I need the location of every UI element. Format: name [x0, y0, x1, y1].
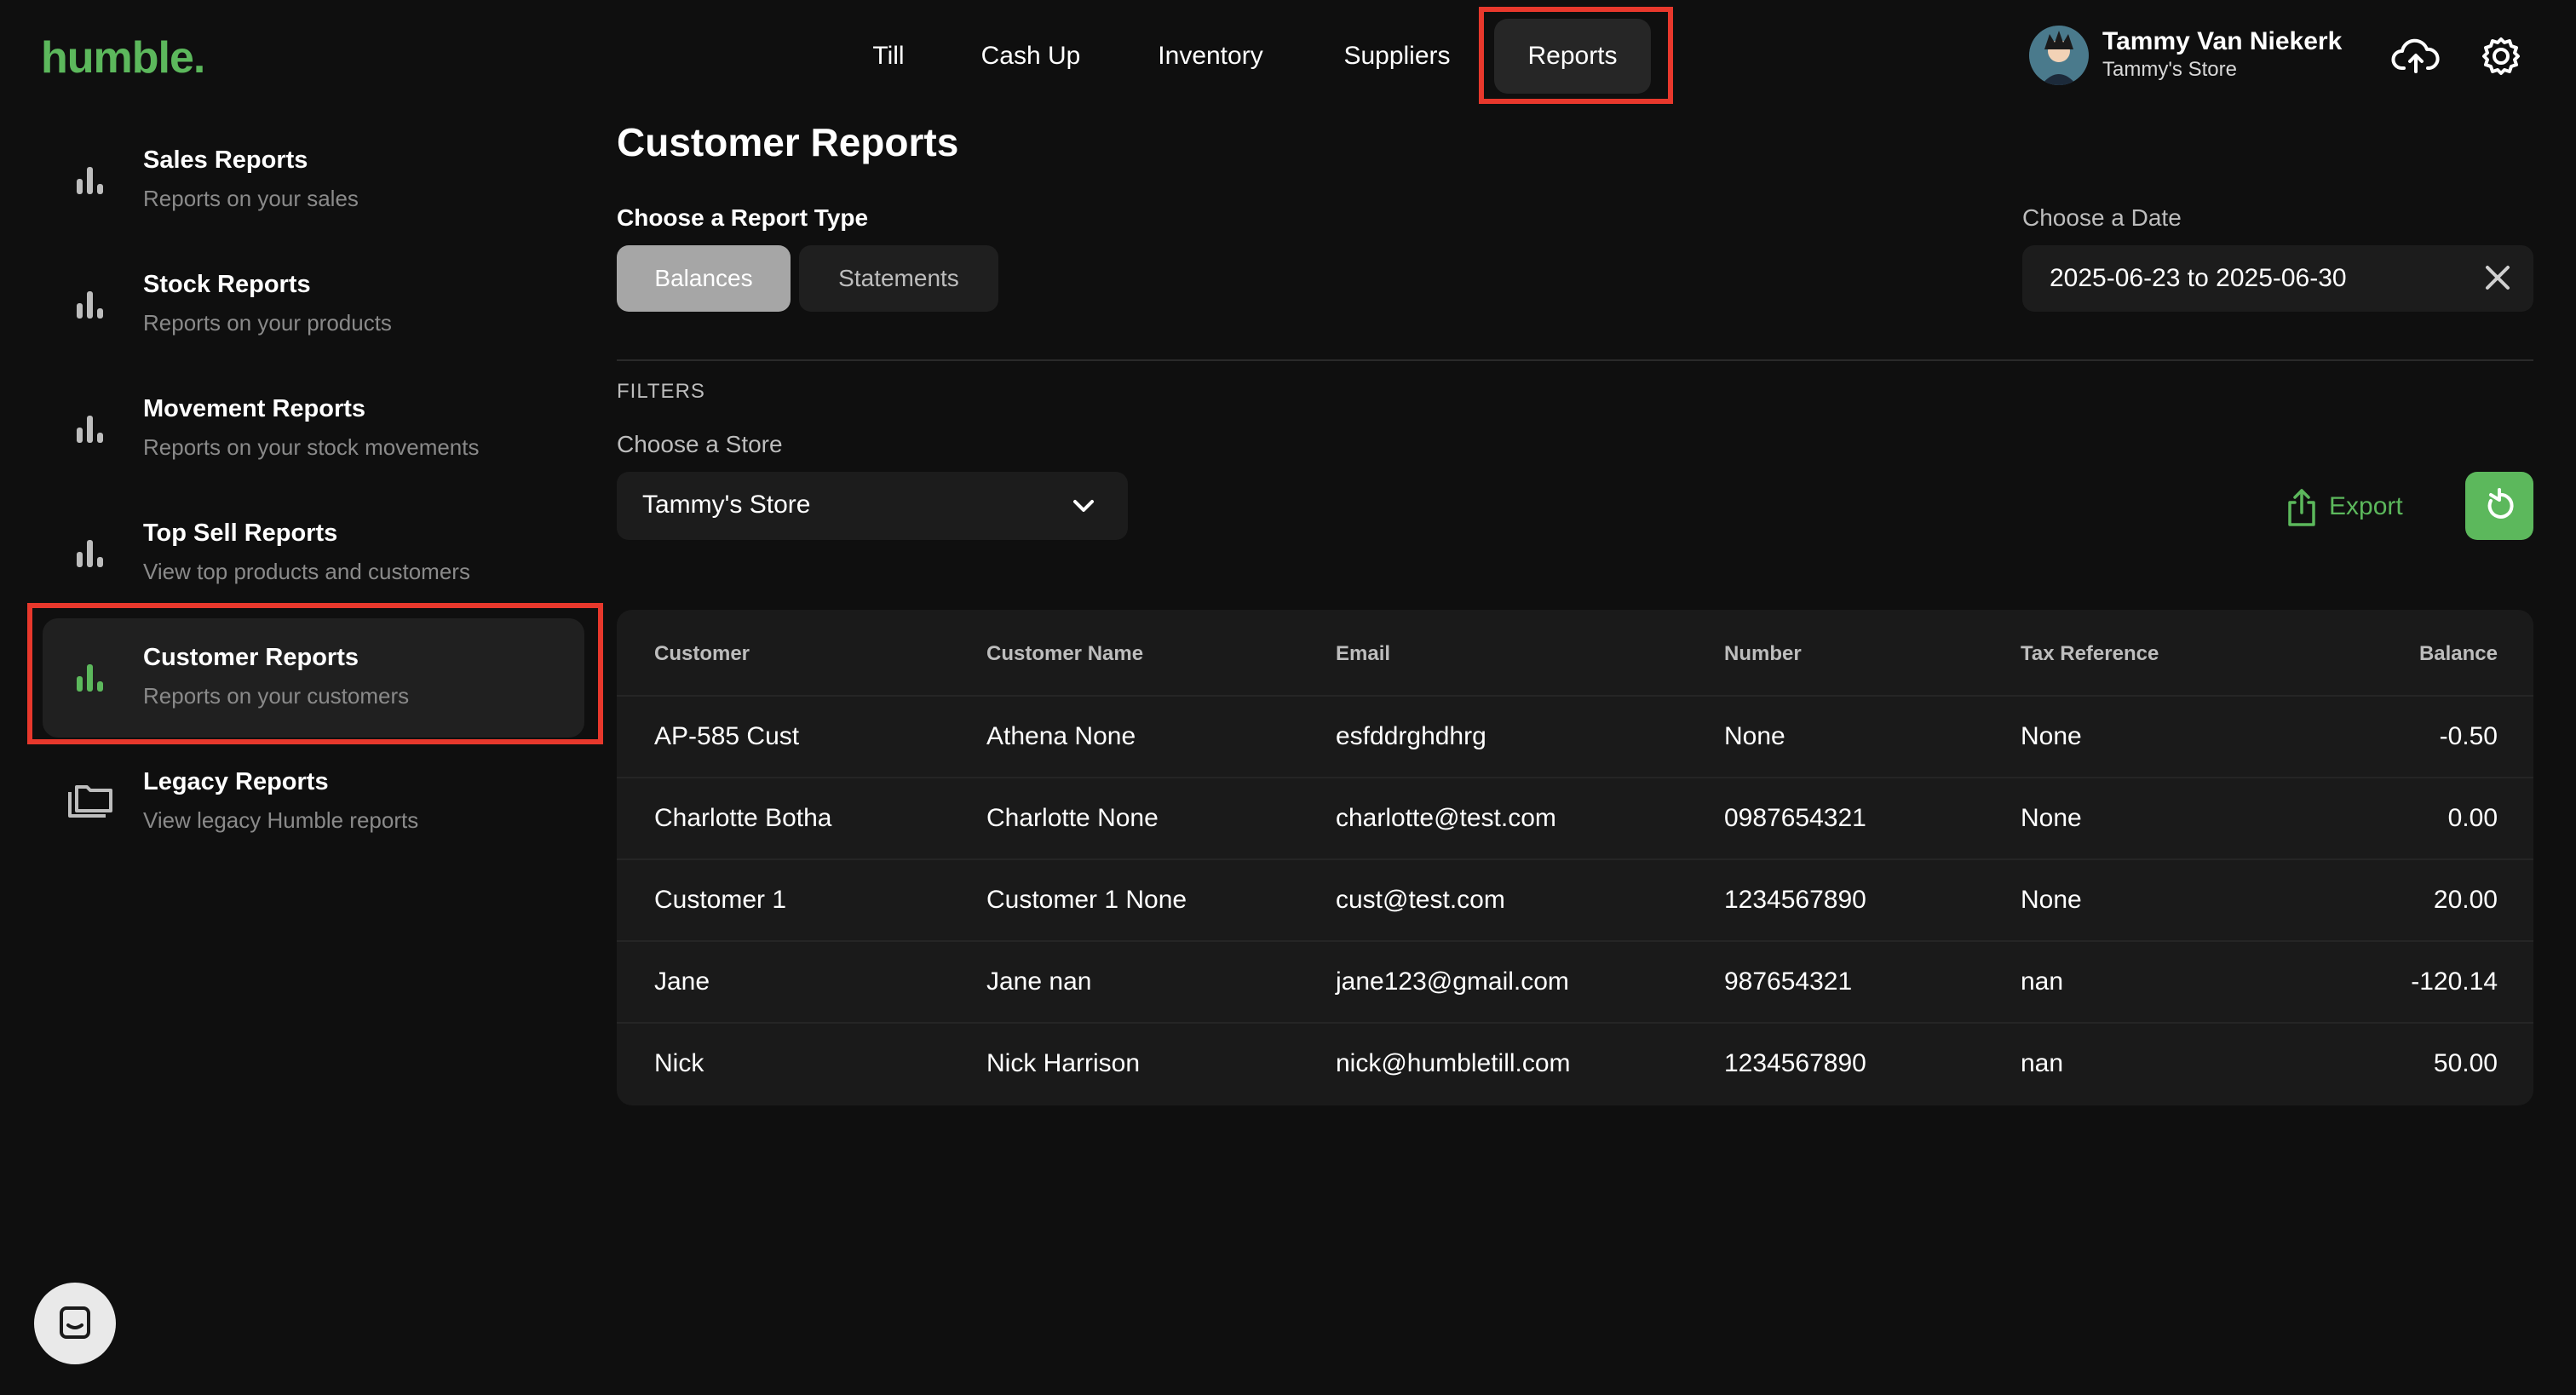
- bar-chart-icon: [70, 407, 111, 448]
- cell-customer-name: Customer 1 None: [986, 886, 1187, 914]
- cell-customer-name: Jane nan: [986, 967, 1092, 996]
- chevron-down-icon: [1070, 492, 1097, 520]
- sidebar-item-sales-reports[interactable]: Sales Reports Reports on your sales: [43, 121, 584, 240]
- cell-customer: Jane: [654, 967, 710, 996]
- nav-cash-up[interactable]: Cash Up: [968, 19, 1094, 94]
- section-divider: [617, 359, 2533, 361]
- sidebar-item-title: Stock Reports: [143, 271, 311, 298]
- cell-number: None: [1724, 722, 1785, 750]
- cell-number: 0987654321: [1724, 804, 1866, 832]
- sidebar-item-subtitle: Reports on your stock movements: [143, 434, 480, 460]
- cell-customer-name: Athena None: [986, 722, 1136, 750]
- chat-launcher-button[interactable]: [34, 1283, 116, 1364]
- report-type-label: Choose a Report Type: [617, 204, 869, 231]
- bar-chart-icon: [70, 283, 111, 324]
- bar-chart-icon: [70, 158, 111, 199]
- store-label: Choose a Store: [617, 431, 783, 457]
- sidebar-item-subtitle: View top products and customers: [143, 559, 470, 584]
- filters-heading: FILTERS: [617, 380, 705, 403]
- sidebar-item-legacy-reports[interactable]: Legacy Reports View legacy Humble report…: [43, 743, 584, 862]
- sidebar-item-top-sell-reports[interactable]: Top Sell Reports View top products and c…: [43, 494, 584, 613]
- cell-customer: Nick: [654, 1049, 704, 1077]
- sidebar-item-subtitle: Reports on your sales: [143, 186, 359, 211]
- table-row[interactable]: Jane Jane nan jane123@gmail.com 98765432…: [617, 940, 2533, 1022]
- column-header-tax-reference[interactable]: Tax Reference: [2021, 642, 2159, 666]
- date-label: Choose a Date: [2022, 204, 2182, 231]
- sidebar-item-title: Legacy Reports: [143, 768, 329, 795]
- cell-tax-reference: None: [2021, 886, 2082, 914]
- cell-tax-reference: None: [2021, 722, 2082, 750]
- column-header-balance[interactable]: Balance: [2419, 642, 2498, 666]
- customer-balances-table: Customer Customer Name Email Number Tax …: [617, 610, 2533, 1105]
- sidebar-item-subtitle: View legacy Humble reports: [143, 807, 419, 833]
- table-row[interactable]: Nick Nick Harrison nick@humbletill.com 1…: [617, 1022, 2533, 1104]
- table-row[interactable]: AP-585 Cust Athena None esfddrghdhrg Non…: [617, 695, 2533, 777]
- user-name: Tammy Van Niekerk: [2102, 27, 2343, 55]
- cell-customer: Customer 1: [654, 886, 787, 914]
- sidebar-customer-reports-highlight: [27, 603, 603, 744]
- export-label: Export: [2329, 492, 2403, 520]
- cell-customer: Charlotte Botha: [654, 804, 832, 832]
- cell-balance: 50.00: [2433, 1049, 2498, 1077]
- cell-tax-reference: nan: [2021, 1049, 2064, 1077]
- cell-number: 1234567890: [1724, 886, 1866, 914]
- column-header-email[interactable]: Email: [1336, 642, 1390, 666]
- cell-balance: -120.14: [2411, 967, 2498, 996]
- store-select[interactable]: Tammy's Store: [617, 472, 1128, 540]
- refresh-button[interactable]: [2465, 472, 2533, 540]
- folders-icon: [66, 780, 114, 821]
- gear-icon[interactable]: [2475, 31, 2527, 82]
- cloud-upload-icon[interactable]: [2390, 31, 2441, 82]
- user-store: Tammy's Store: [2102, 58, 2237, 81]
- cell-balance: 20.00: [2433, 886, 2498, 914]
- cell-email: cust@test.com: [1336, 886, 1505, 914]
- chat-icon: [60, 1306, 90, 1339]
- sidebar-item-subtitle: Reports on your products: [143, 310, 392, 336]
- store-select-value: Tammy's Store: [642, 491, 811, 519]
- report-type-statements[interactable]: Statements: [799, 245, 998, 312]
- sidebar-item-title: Movement Reports: [143, 395, 366, 422]
- cell-number: 987654321: [1724, 967, 1853, 996]
- cell-customer-name: Nick Harrison: [986, 1049, 1141, 1077]
- date-range-input[interactable]: 2025-06-23 to 2025-06-30: [2022, 245, 2533, 312]
- date-range-value: 2025-06-23 to 2025-06-30: [2050, 264, 2347, 292]
- nav-reports-highlight: [1479, 7, 1673, 104]
- table-row[interactable]: Customer 1 Customer 1 None cust@test.com…: [617, 858, 2533, 940]
- nav-suppliers[interactable]: Suppliers: [1327, 19, 1467, 94]
- column-header-customer[interactable]: Customer: [654, 642, 750, 666]
- page-title: Customer Reports: [617, 120, 959, 164]
- sidebar-item-title: Top Sell Reports: [143, 520, 338, 547]
- cell-number: 1234567890: [1724, 1049, 1866, 1077]
- share-export-icon: [2285, 487, 2319, 528]
- refresh-icon: [2487, 488, 2514, 519]
- nav-inventory[interactable]: Inventory: [1138, 19, 1283, 94]
- report-type-balances[interactable]: Balances: [617, 245, 791, 312]
- cell-customer-name: Charlotte None: [986, 804, 1159, 832]
- cell-tax-reference: None: [2021, 804, 2082, 832]
- close-icon[interactable]: [2481, 261, 2515, 295]
- column-header-customer-name[interactable]: Customer Name: [986, 642, 1143, 666]
- nav-till[interactable]: Till: [848, 19, 929, 94]
- cell-balance: -0.50: [2439, 722, 2498, 750]
- cell-tax-reference: nan: [2021, 967, 2064, 996]
- table-row[interactable]: Charlotte Botha Charlotte None charlotte…: [617, 777, 2533, 858]
- cell-customer: AP-585 Cust: [654, 722, 800, 750]
- cell-email: esfddrghdhrg: [1336, 722, 1486, 750]
- column-header-number[interactable]: Number: [1724, 642, 1802, 666]
- bar-chart-icon: [70, 531, 111, 572]
- sidebar-item-movement-reports[interactable]: Movement Reports Reports on your stock m…: [43, 370, 584, 489]
- cell-email: jane123@gmail.com: [1336, 967, 1569, 996]
- cell-balance: 0.00: [2447, 804, 2498, 832]
- avatar[interactable]: [2029, 26, 2089, 85]
- cell-email: charlotte@test.com: [1336, 804, 1556, 832]
- sidebar-item-title: Sales Reports: [143, 146, 308, 174]
- sidebar-item-stock-reports[interactable]: Stock Reports Reports on your products: [43, 245, 584, 365]
- cell-email: nick@humbletill.com: [1336, 1049, 1571, 1077]
